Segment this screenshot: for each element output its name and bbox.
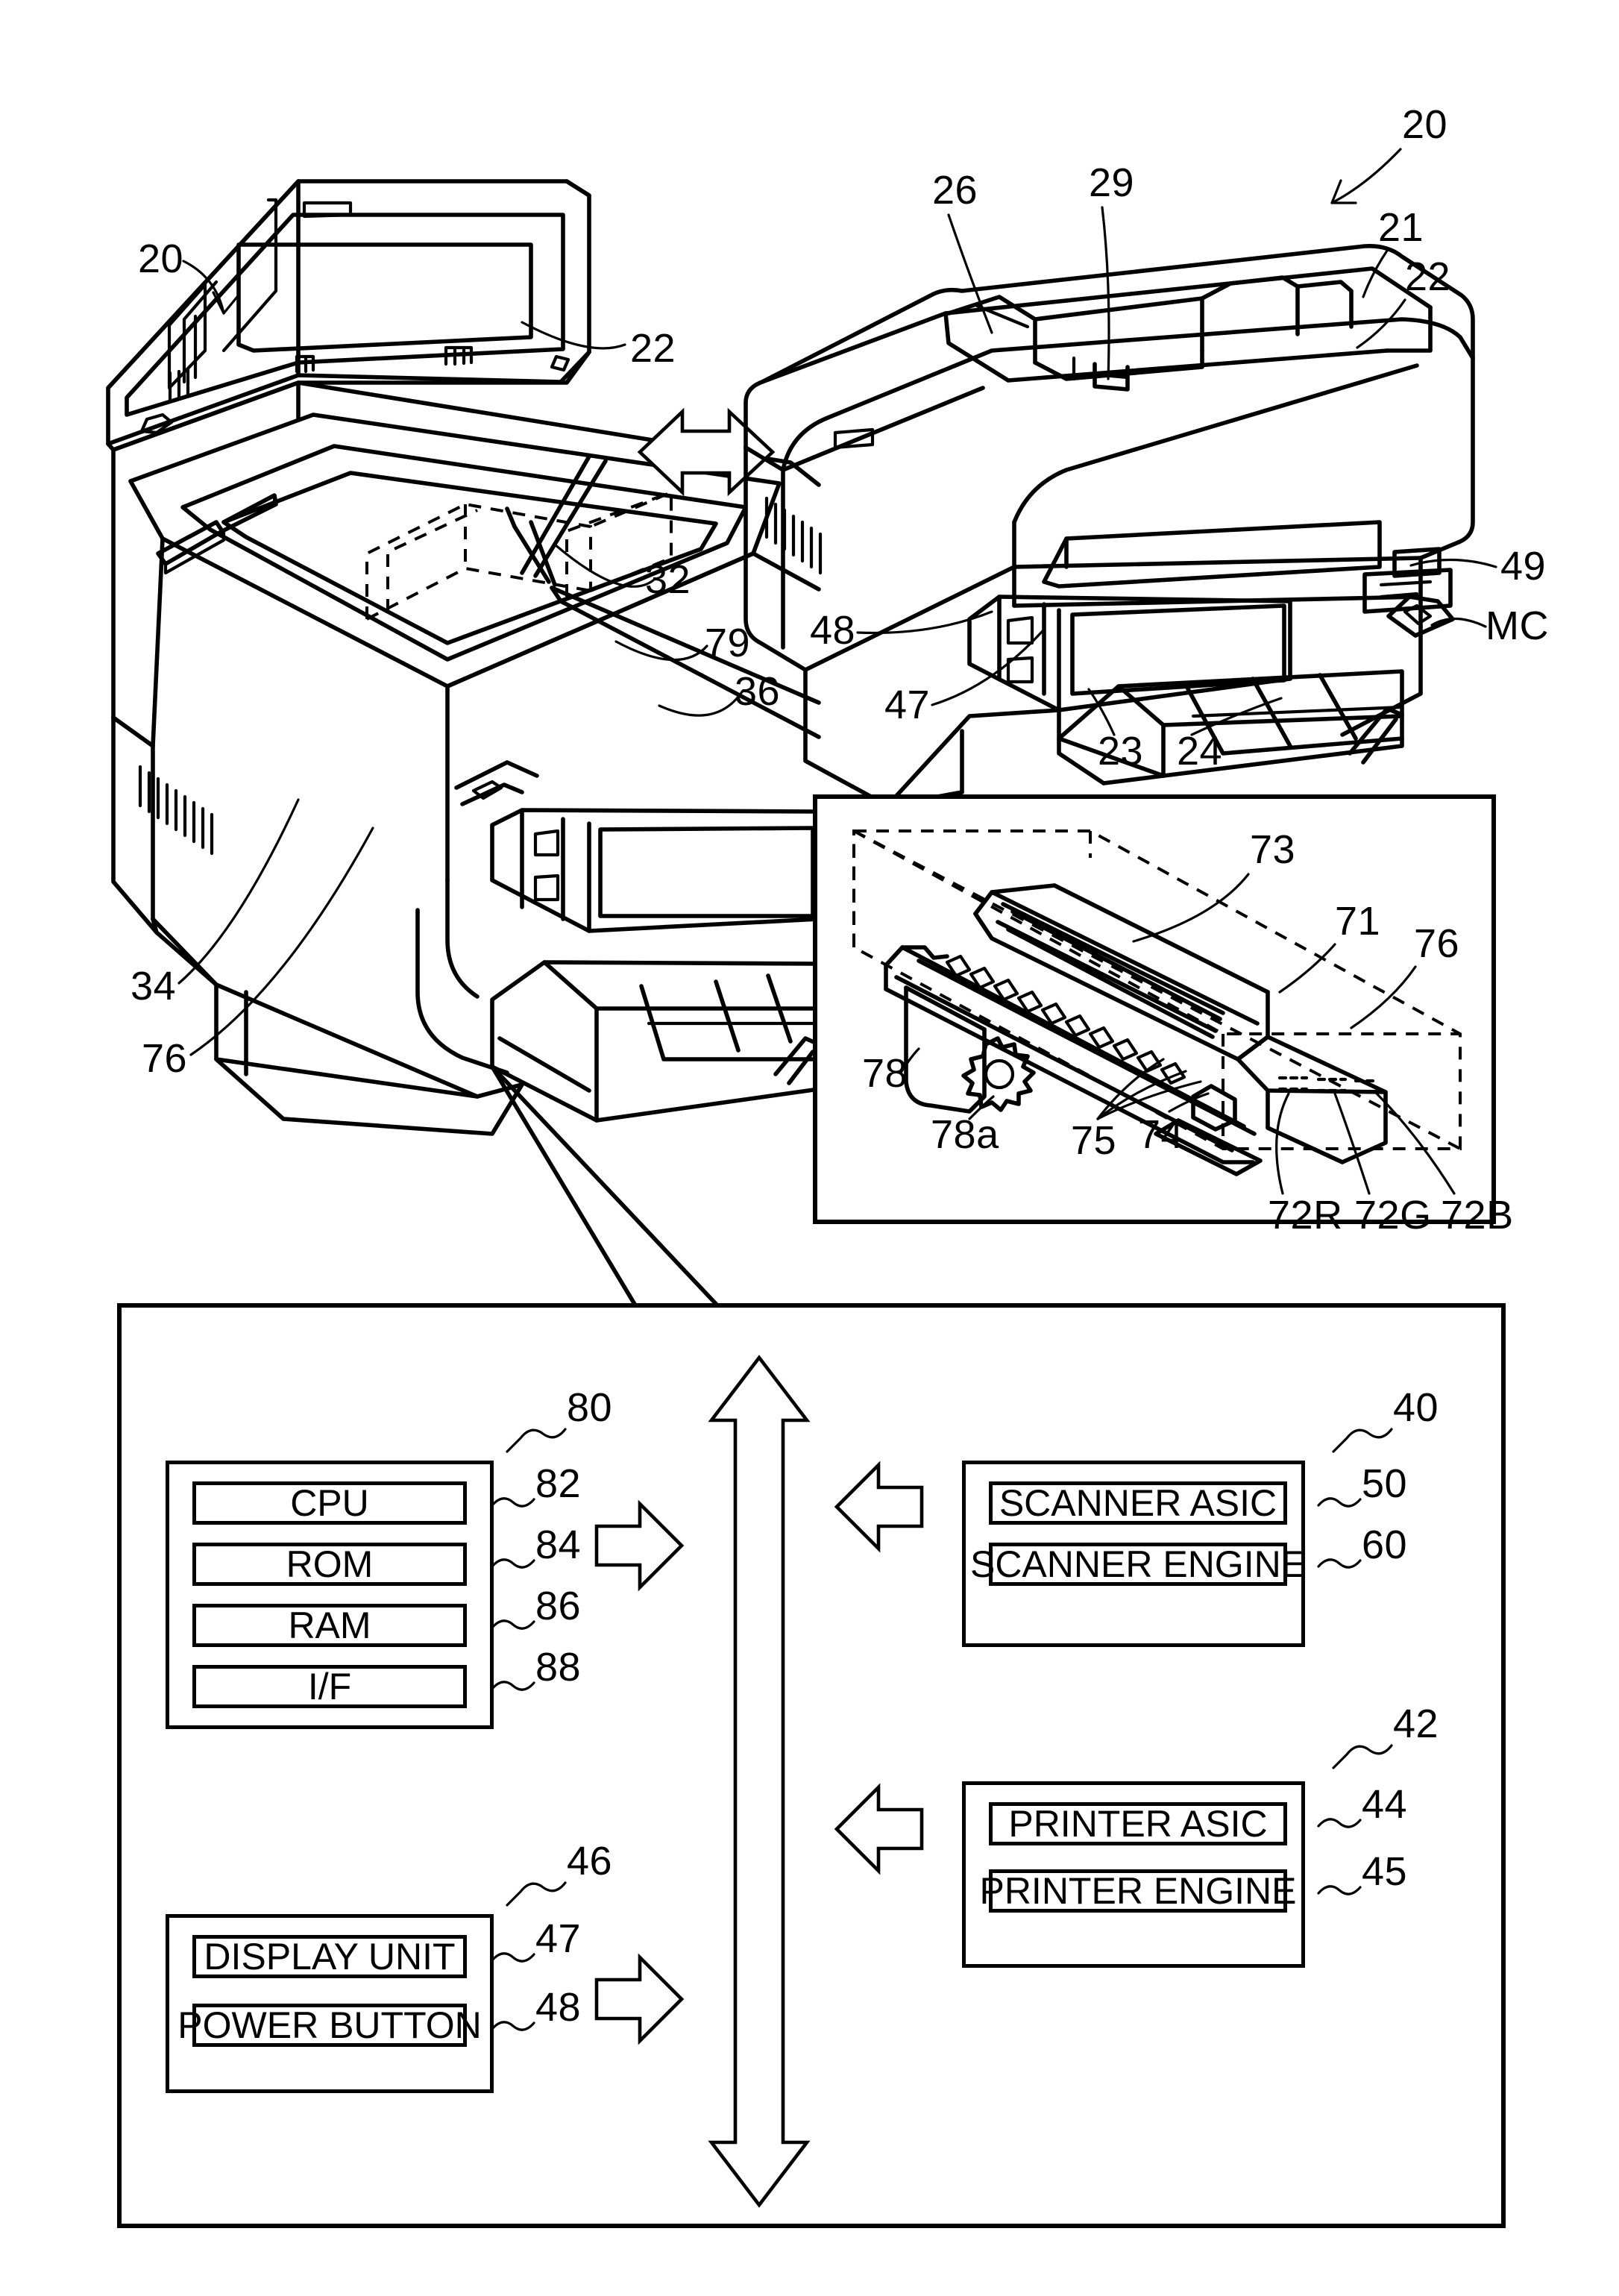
ref-46: 46	[567, 1839, 613, 1883]
left-device-illustration	[106, 179, 821, 1308]
ref-40: 40	[1393, 1385, 1439, 1430]
ref-left-79: 79	[705, 621, 751, 665]
ref-right-24: 24	[1177, 729, 1223, 774]
ref-left-22: 22	[630, 326, 676, 371]
ref-inset-76: 76	[1414, 921, 1460, 966]
ref-84: 84	[535, 1522, 582, 1567]
block-printer-engine: PRINTER ENGINE	[979, 1869, 1297, 1913]
block-power-button: POWER BUTTON	[177, 2004, 482, 2047]
ref-right-49: 49	[1500, 544, 1547, 589]
ref-42: 42	[1393, 1701, 1439, 1746]
block-cpu: CPU	[192, 1481, 467, 1525]
ref-82: 82	[535, 1461, 582, 1506]
ref-right-22: 22	[1405, 254, 1451, 299]
ref-right-26: 26	[932, 168, 978, 213]
ref-right-48: 48	[810, 608, 856, 653]
block-scanner-engine: SCANNER ENGINE	[969, 1543, 1307, 1586]
ref-right-20: 20	[1402, 102, 1448, 147]
block-display-unit: DISPLAY UNIT	[192, 1935, 467, 1978]
ref-left-36: 36	[735, 669, 781, 714]
ref-inset-73: 73	[1250, 827, 1296, 872]
ref-left-20: 20	[138, 236, 184, 281]
ref-left-76: 76	[142, 1036, 188, 1081]
ref-inset-72b: 72B	[1441, 1193, 1514, 1238]
ref-48b: 48	[535, 1985, 582, 2030]
ref-left-34: 34	[131, 964, 177, 1009]
ref-right-21: 21	[1378, 205, 1424, 250]
ref-right-29: 29	[1089, 160, 1135, 205]
ref-right-47: 47	[884, 683, 931, 727]
ref-80: 80	[567, 1385, 613, 1430]
ref-45: 45	[1362, 1849, 1408, 1894]
ref-right-23: 23	[1098, 729, 1144, 774]
block-rom: ROM	[192, 1543, 467, 1586]
ref-inset-75: 75	[1071, 1118, 1117, 1163]
block-interface: I/F	[192, 1665, 467, 1708]
patent-figure: CPU ROM RAM I/F DISPLAY UNIT POWER BUTTO…	[0, 0, 1619, 2296]
ref-86: 86	[535, 1584, 582, 1628]
block-ram: RAM	[192, 1604, 467, 1647]
ref-inset-72g: 72G	[1354, 1193, 1432, 1238]
ref-right-mc: MC	[1486, 603, 1549, 648]
ref-88: 88	[535, 1645, 582, 1690]
ref-inset-78a: 78a	[931, 1112, 999, 1157]
block-scanner-asic: SCANNER ASIC	[989, 1481, 1287, 1525]
ref-50: 50	[1362, 1461, 1408, 1506]
ref-left-32: 32	[645, 557, 691, 602]
ref-inset-78: 78	[862, 1051, 908, 1096]
block-printer-asic: PRINTER ASIC	[989, 1802, 1287, 1845]
inset-detail-box	[813, 794, 1496, 1224]
ref-inset-71: 71	[1335, 899, 1381, 944]
ref-44: 44	[1362, 1782, 1408, 1827]
ref-60: 60	[1362, 1522, 1408, 1567]
ref-inset-74: 74	[1138, 1112, 1184, 1157]
ref-inset-72r: 72R	[1268, 1193, 1343, 1238]
ref-47b: 47	[535, 1916, 582, 1961]
